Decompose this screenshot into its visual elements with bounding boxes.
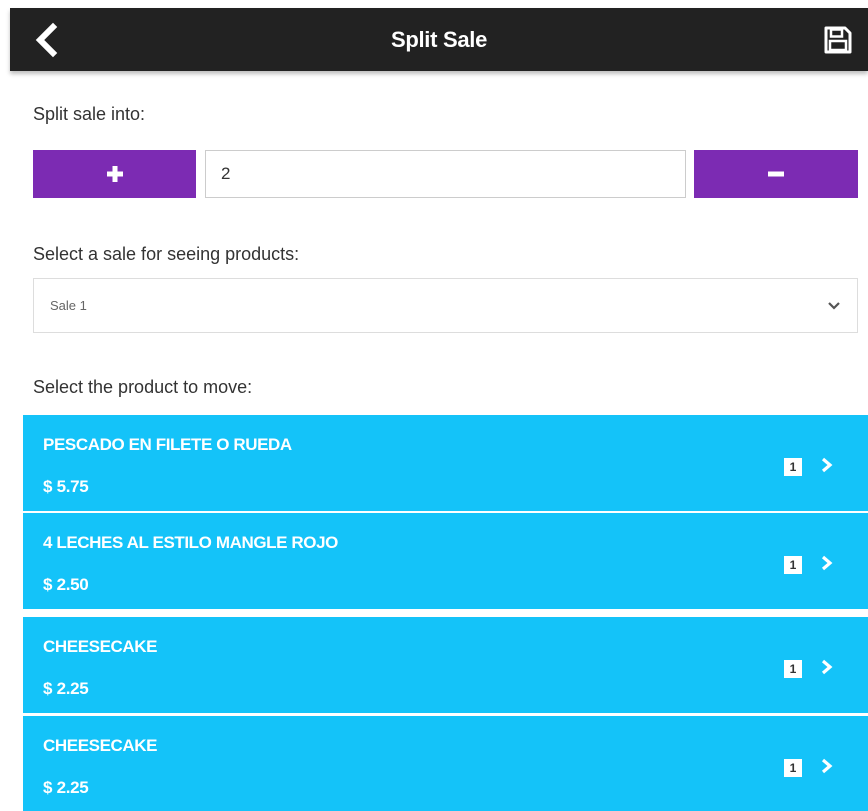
- minus-icon: [768, 171, 784, 177]
- product-row[interactable]: CHEESECAKE $ 2.25 1: [23, 716, 868, 811]
- split-count-input[interactable]: [205, 150, 686, 198]
- quantity-badge: 1: [784, 458, 802, 476]
- product-name: CHEESECAKE: [43, 736, 158, 755]
- product-price: $ 5.75: [43, 477, 89, 496]
- chevron-right-icon: [821, 659, 833, 675]
- product-row[interactable]: 4 LECHES AL ESTILO MANGLE ROJO $ 2.50 1: [23, 513, 868, 609]
- product-name: PESCADO EN FILETE O RUEDA: [43, 435, 292, 454]
- chevron-right-icon: [821, 758, 833, 774]
- sale-select-label: Select a sale for seeing products:: [33, 244, 300, 264]
- plus-icon: [106, 166, 123, 182]
- sale-select-value: Sale 1: [50, 298, 87, 313]
- product-name: CHEESECAKE: [43, 637, 158, 656]
- chevron-right-icon: [821, 555, 833, 571]
- quantity-badge: 1: [784, 759, 802, 777]
- product-row[interactable]: CHEESECAKE $ 2.25 1: [23, 617, 868, 713]
- chevron-right-icon: [821, 457, 833, 473]
- quantity-badge: 1: [784, 660, 802, 678]
- product-row[interactable]: PESCADO EN FILETE O RUEDA $ 5.75 1: [23, 415, 868, 511]
- sale-select[interactable]: Sale 1: [33, 278, 858, 333]
- chevron-down-icon: [828, 302, 840, 310]
- product-price: $ 2.25: [43, 778, 89, 797]
- app-header: Split Sale: [10, 8, 868, 71]
- increment-button[interactable]: [33, 150, 196, 198]
- decrement-button[interactable]: [694, 150, 858, 198]
- product-price: $ 2.50: [43, 575, 89, 594]
- product-price: $ 2.25: [43, 679, 89, 698]
- product-name: 4 LECHES AL ESTILO MANGLE ROJO: [43, 533, 338, 552]
- quantity-badge: 1: [784, 556, 802, 574]
- product-list-label: Select the product to move:: [33, 377, 253, 397]
- split-sale-label: Split sale into:: [33, 104, 146, 124]
- page-title: Split Sale: [390, 27, 488, 52]
- save-button[interactable]: [822, 24, 854, 56]
- floppy-disk-icon: [824, 26, 852, 54]
